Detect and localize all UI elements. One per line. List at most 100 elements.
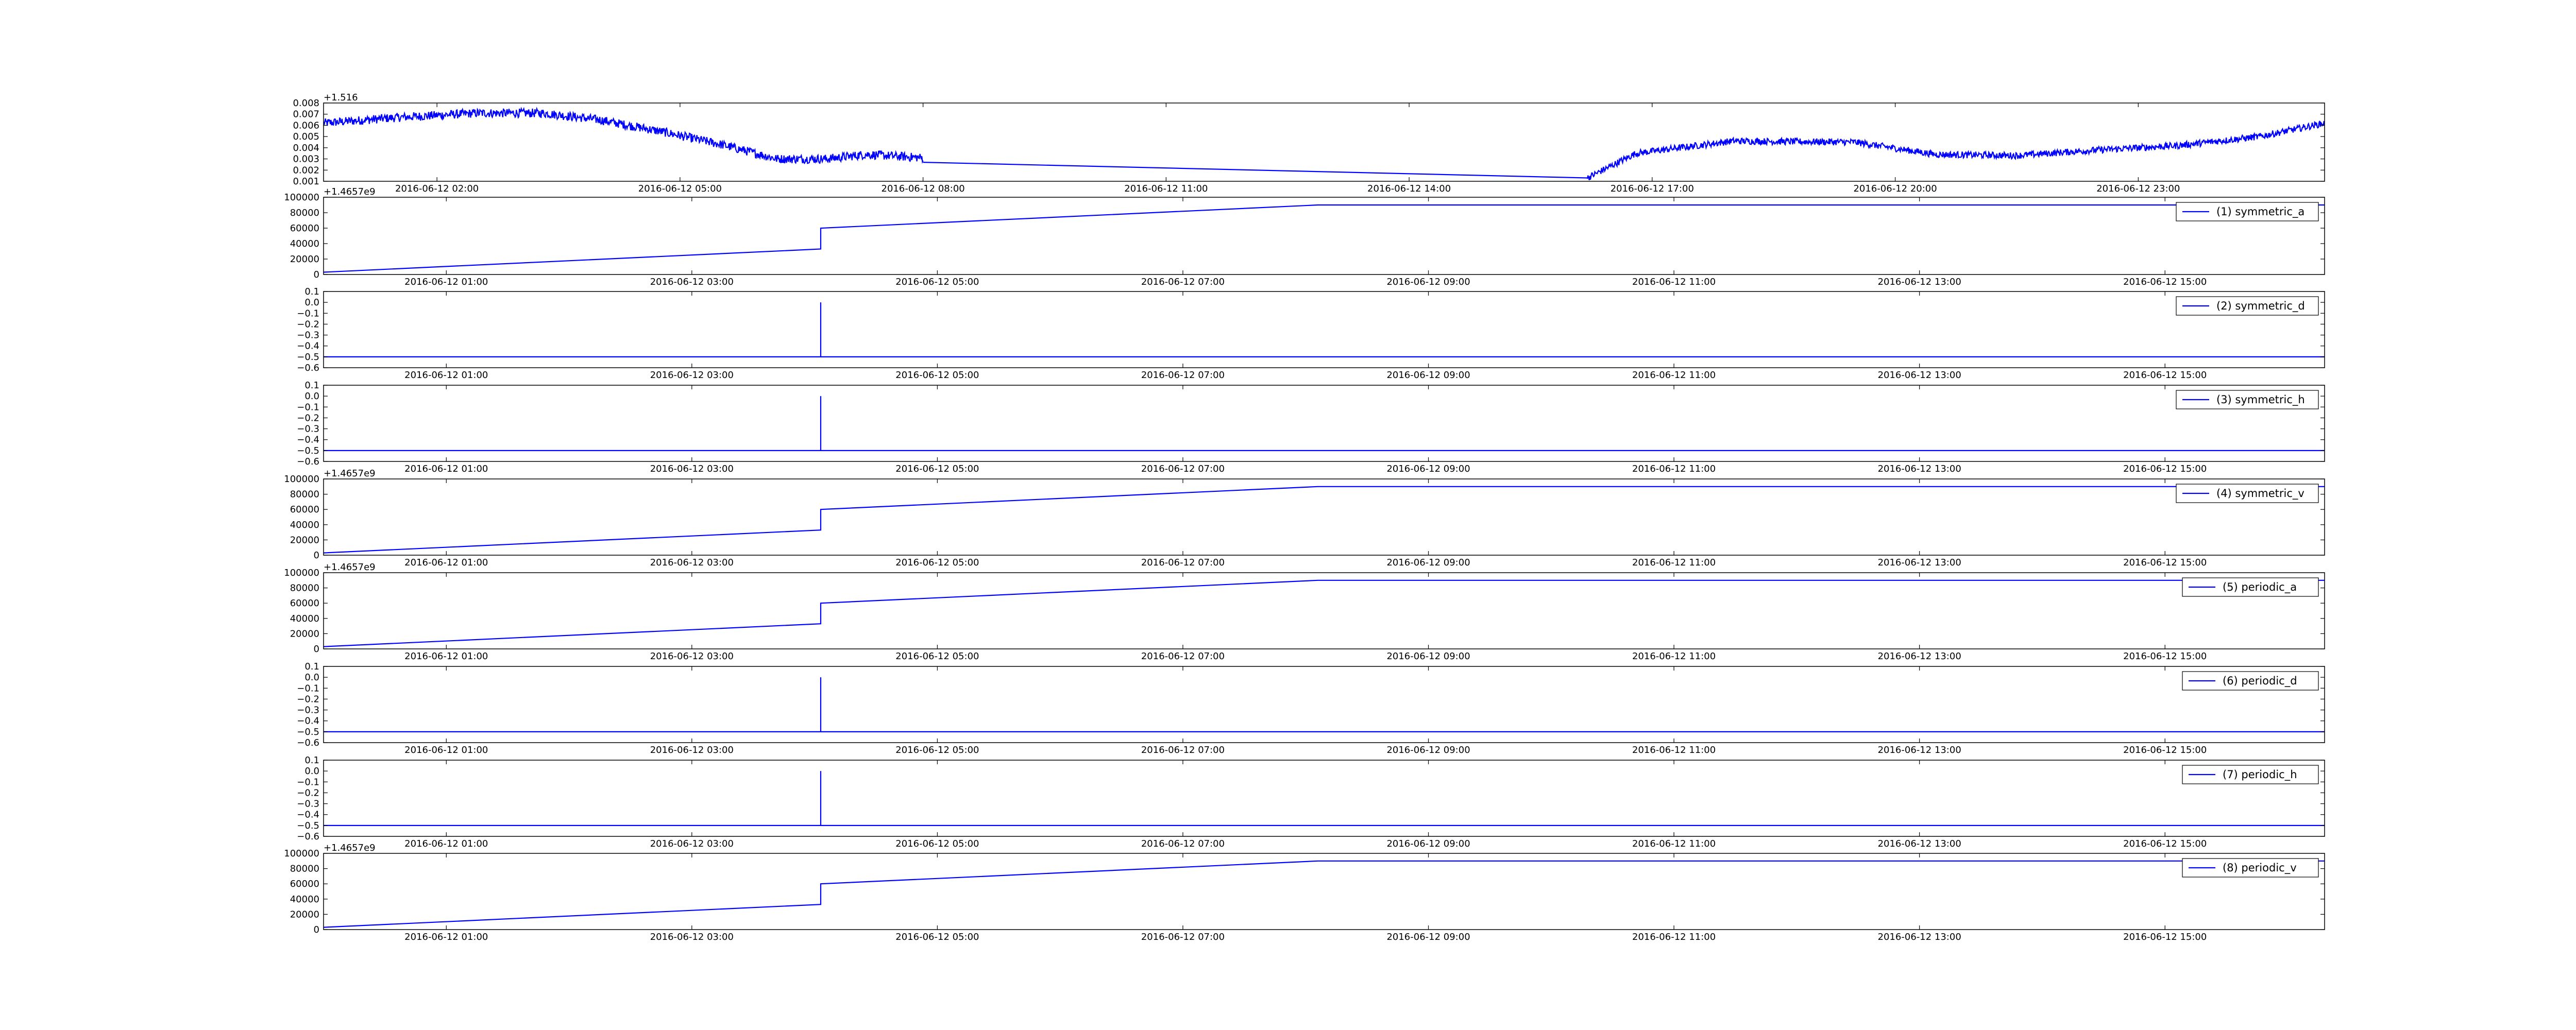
y-tick-label: 60000 xyxy=(290,504,319,515)
y-tick-label: 0.0 xyxy=(304,672,319,683)
y-tick-label: −0.5 xyxy=(297,445,319,456)
x-tick-label: 2016-06-12 05:00 xyxy=(895,745,979,756)
series-group xyxy=(324,396,2325,451)
x-tick-label: 2016-06-12 01:00 xyxy=(404,745,488,756)
y-tick-label: −0.3 xyxy=(297,799,319,810)
y-tick-label: 0.001 xyxy=(293,176,319,187)
x-tick-label: 2016-06-12 17:00 xyxy=(1611,183,1694,194)
y-tick-label: 100000 xyxy=(284,474,319,485)
panel-signal-7: −0.6−0.5−0.4−0.3−0.2−0.10.00.1 2016-06-12… xyxy=(297,755,2325,849)
series-group xyxy=(324,771,2325,826)
y-tick-label: 0.1 xyxy=(304,380,319,391)
legend-label: (1) symmetric_a xyxy=(2216,205,2304,218)
x-tick-label: 2016-06-12 05:00 xyxy=(895,838,979,849)
legend: (4) symmetric_v xyxy=(2176,484,2319,503)
y-tick-label: 0 xyxy=(314,550,319,561)
legend: (2) symmetric_d xyxy=(2176,296,2319,316)
y-tick-label: 0.005 xyxy=(293,131,319,142)
x-tick-label: 2016-06-12 11:00 xyxy=(1124,183,1208,194)
legend: (3) symmetric_h xyxy=(2176,390,2319,409)
x-tick-label: 2016-06-12 07:00 xyxy=(1141,464,1225,474)
y-tick-label: −0.4 xyxy=(297,810,319,820)
panel-signal-4: 0 20000 40000 60000 80000 100000 +1.4657e9 2016… xyxy=(284,468,2325,568)
axes-frame xyxy=(323,291,2325,368)
x-tick-label: 2016-06-12 09:00 xyxy=(1386,838,1470,849)
x-tick-label: 2016-06-12 14:00 xyxy=(1367,183,1451,194)
y-tick-label: −0.2 xyxy=(297,319,319,330)
y-tick-label: 0.007 xyxy=(293,109,319,120)
legend: (6) periodic_d xyxy=(2182,671,2319,691)
y-tick-label: 100000 xyxy=(284,568,319,578)
legend: (1) symmetric_a xyxy=(2176,202,2319,221)
x-tick-label: 2016-06-12 03:00 xyxy=(650,745,734,756)
x-tick-label: 2016-06-12 02:00 xyxy=(395,183,479,194)
x-tick-label: 2016-06-12 13:00 xyxy=(1878,464,1961,474)
x-tick-label: 2016-06-12 01:00 xyxy=(404,464,488,474)
y-tick-label: 20000 xyxy=(290,535,319,545)
x-tick-label: 2016-06-12 03:00 xyxy=(650,651,734,662)
y-tick-label: 0 xyxy=(314,644,319,655)
x-tick-label: 2016-06-12 09:00 xyxy=(1386,932,1470,942)
x-tick-label: 2016-06-12 01:00 xyxy=(404,370,488,381)
axes-frame xyxy=(323,478,2325,556)
x-tick-label: 2016-06-12 09:00 xyxy=(1386,277,1470,287)
y-tick-label: 60000 xyxy=(290,879,319,889)
y-tick-label: −0.4 xyxy=(297,435,319,445)
x-tick-label: 2016-06-12 15:00 xyxy=(2123,932,2207,942)
series-group xyxy=(324,486,2325,554)
x-tick-label: 2016-06-12 13:00 xyxy=(1878,838,1961,849)
y-tick-label: −0.2 xyxy=(297,694,319,705)
x-tick-label: 2016-06-12 15:00 xyxy=(2123,370,2207,381)
series-group xyxy=(324,204,2325,273)
x-tick-label: 2016-06-12 11:00 xyxy=(1632,932,1716,942)
y-tick-label: −0.3 xyxy=(297,330,319,341)
x-tick-label: 2016-06-12 15:00 xyxy=(2123,651,2207,662)
x-tick-label: 2016-06-12 05:00 xyxy=(895,277,979,287)
y-tick-label: −0.6 xyxy=(297,456,319,467)
x-tick-label: 2016-06-12 13:00 xyxy=(1878,745,1961,756)
y-tick-label: −0.1 xyxy=(297,402,319,413)
x-tick-label: 2016-06-12 03:00 xyxy=(650,370,734,381)
y-tick-label: 0.003 xyxy=(293,154,319,165)
y-tick-label: 100000 xyxy=(284,192,319,203)
x-tick-label: 2016-06-12 09:00 xyxy=(1386,557,1470,568)
y-offset-label: +1.4657e9 xyxy=(324,468,376,479)
x-tick-label: 2016-06-12 03:00 xyxy=(650,838,734,849)
legend-label: (5) periodic_a xyxy=(2223,581,2297,594)
x-tick-label: 2016-06-12 01:00 xyxy=(404,932,488,942)
series-line xyxy=(324,486,2325,554)
panel-signal-8: 0 20000 40000 60000 80000 100000 +1.4657e9 2016… xyxy=(284,843,2325,942)
series-line xyxy=(324,204,2325,273)
x-tick-label: 2016-06-12 13:00 xyxy=(1878,277,1961,287)
y-offset-label: +1.4657e9 xyxy=(324,562,376,573)
x-tick-label: 2016-06-12 11:00 xyxy=(1632,464,1716,474)
y-tick-label: −0.5 xyxy=(297,727,319,737)
y-tick-label: −0.3 xyxy=(297,705,319,716)
y-tick-label: −0.2 xyxy=(297,787,319,798)
y-tick-label: −0.2 xyxy=(297,413,319,423)
legend: (8) periodic_v xyxy=(2182,858,2319,878)
x-tick-label: 2016-06-12 01:00 xyxy=(404,651,488,662)
series-line xyxy=(324,677,2325,732)
y-tick-label: 40000 xyxy=(290,520,319,530)
x-tick-label: 2016-06-12 09:00 xyxy=(1386,464,1470,474)
y-tick-label: −0.6 xyxy=(297,363,319,373)
y-offset-label: +1.4657e9 xyxy=(324,186,376,197)
y-tick-label: −0.5 xyxy=(297,352,319,363)
legend-label: (8) periodic_v xyxy=(2223,862,2297,874)
x-tick-label: 2016-06-12 01:00 xyxy=(404,838,488,849)
panel-signal-1: 0 20000 40000 60000 80000 100000 +1.4657e9 2016… xyxy=(284,186,2325,287)
x-tick-label: 2016-06-12 13:00 xyxy=(1878,370,1961,381)
x-tick-label: 2016-06-12 07:00 xyxy=(1141,370,1225,381)
x-tick-label: 2016-06-12 07:00 xyxy=(1141,745,1225,756)
y-tick-label: 80000 xyxy=(290,583,319,594)
x-tick-label: 2016-06-12 15:00 xyxy=(2123,838,2207,849)
x-tick-label: 2016-06-12 05:00 xyxy=(895,651,979,662)
x-tick-label: 2016-06-12 11:00 xyxy=(1632,370,1716,381)
x-tick-label: 2016-06-12 09:00 xyxy=(1386,370,1470,381)
y-tick-label: 80000 xyxy=(290,489,319,500)
y-tick-label: 60000 xyxy=(290,223,319,234)
series-line-segment xyxy=(923,162,1588,179)
x-tick-label: 2016-06-12 09:00 xyxy=(1386,745,1470,756)
x-tick-label: 2016-06-12 05:00 xyxy=(895,464,979,474)
